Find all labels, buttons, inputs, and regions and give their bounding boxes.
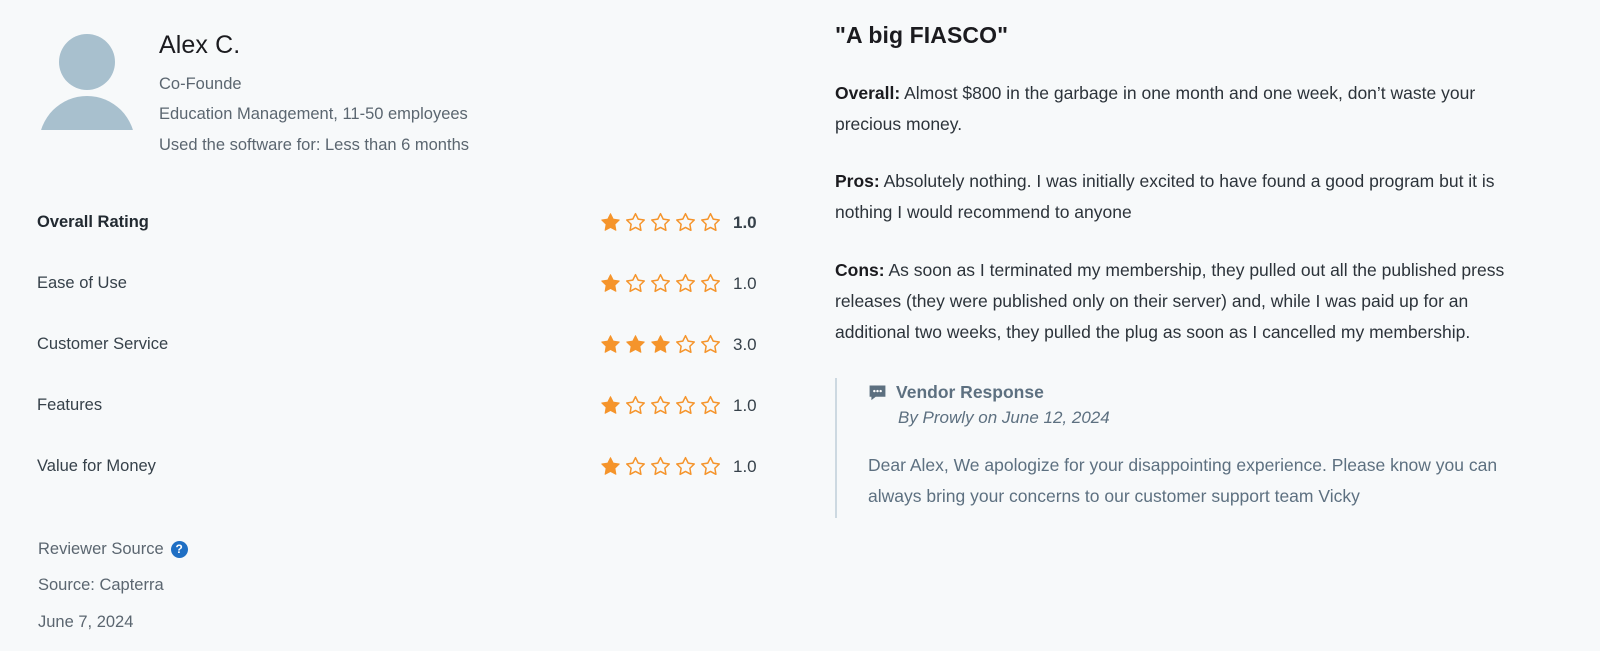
star-empty-icon: [676, 212, 695, 232]
star-filled-icon: [626, 335, 645, 353]
rating-row: Value for Money 1.0: [37, 436, 767, 497]
vendor-response-byline: By Prowly on June 12, 2024: [898, 407, 1110, 427]
rating-label: Customer Service: [37, 335, 169, 354]
rating-value: 1.0: [733, 395, 757, 415]
rating-row: Features 1.0: [37, 375, 767, 436]
help-question-icon[interactable]: ?: [170, 540, 188, 558]
vendor-response-body: Dear Alex, We apologize for your disappo…: [868, 454, 1498, 507]
review-cons-paragraph: Cons: As soon as I terminated my members…: [835, 255, 1535, 348]
review-date: June 7, 2024: [38, 612, 134, 631]
star-empty-icon: [626, 395, 645, 415]
review-overall-paragraph: Overall: Almost $800 in the garbage in o…: [835, 78, 1535, 140]
rating-value: 3.0: [733, 334, 757, 354]
vendor-response-block: Vendor Response By Prowly on June 12, 20…: [835, 377, 1535, 519]
star-filled-icon: [601, 396, 620, 414]
star-filled-icon: [601, 335, 620, 353]
review-source-block: Reviewer Source ? Source: Capterra June …: [37, 531, 800, 640]
cons-label: Cons:: [835, 259, 885, 280]
overall-text: Almost $800 in the garbage in one month …: [835, 83, 1476, 135]
rating-row: Overall Rating 1.0: [37, 192, 767, 253]
avatar-head-shape: [59, 34, 115, 90]
star-empty-icon: [651, 395, 670, 415]
rating-stars: [600, 334, 721, 355]
rating-stars: [600, 395, 721, 416]
reviewer-name: Alex C.: [159, 31, 241, 59]
star-empty-icon: [651, 456, 670, 476]
star-empty-icon: [676, 395, 695, 415]
chat-bubble-icon: [869, 385, 886, 401]
rating-label: Overall Rating: [37, 213, 149, 232]
star-empty-icon: [676, 273, 695, 293]
star-empty-icon: [701, 456, 720, 476]
star-empty-icon: [626, 212, 645, 232]
star-filled-icon: [601, 274, 620, 292]
reviewer-source-label: Reviewer Source: [38, 540, 164, 559]
review-source: Source: Capterra: [38, 576, 164, 595]
star-empty-icon: [701, 334, 720, 354]
rating-stars: [600, 273, 721, 294]
star-empty-icon: [626, 273, 645, 293]
pros-text: Absolutely nothing. I was initially exci…: [835, 171, 1495, 223]
user-avatar-placeholder-icon: [37, 30, 137, 130]
rating-row: Ease of Use 1.0: [37, 253, 767, 314]
rating-label: Value for Money: [37, 457, 156, 476]
rating-stars: [600, 456, 721, 477]
rating-value: 1.0: [733, 273, 757, 293]
review-pros-paragraph: Pros: Absolutely nothing. I was initiall…: [835, 166, 1535, 228]
vendor-response-title: Vendor Response: [896, 381, 1044, 402]
star-filled-icon: [601, 213, 620, 231]
pros-label: Pros:: [835, 171, 880, 192]
ratings-list: Overall Rating 1.0 Ease of Use 1.0 Customer …: [37, 192, 767, 497]
star-filled-icon: [651, 335, 670, 353]
rating-label: Features: [37, 396, 103, 415]
review-card: Alex C. Co-Founde Education Management, …: [0, 0, 1600, 651]
star-empty-icon: [651, 273, 670, 293]
reviewer-details: Alex C. Co-Founde Education Management, …: [159, 24, 469, 160]
reviewer-usage-duration: Used the software for: Less than 6 month…: [159, 135, 469, 154]
rating-row: Customer Service 3.0: [37, 314, 767, 375]
reviewer-job-title: Co-Founde: [159, 74, 242, 93]
star-filled-icon: [601, 457, 620, 475]
star-empty-icon: [701, 273, 720, 293]
review-right-column: "A big FIASCO" Overall: Almost $800 in t…: [800, 18, 1600, 651]
rating-value: 1.0: [733, 456, 757, 476]
star-empty-icon: [701, 212, 720, 232]
review-left-column: Alex C. Co-Founde Education Management, …: [0, 18, 800, 651]
star-empty-icon: [626, 456, 645, 476]
reviewer-header: Alex C. Co-Founde Education Management, …: [37, 24, 800, 160]
star-empty-icon: [676, 334, 695, 354]
star-empty-icon: [676, 456, 695, 476]
rating-stars: [600, 212, 721, 233]
rating-value: 1.0: [733, 212, 757, 232]
overall-label: Overall:: [835, 83, 901, 103]
reviewer-source-row: Reviewer Source ?: [38, 531, 800, 567]
avatar-body-shape: [39, 96, 135, 130]
star-empty-icon: [651, 212, 670, 232]
star-empty-icon: [701, 395, 720, 415]
review-title: "A big FIASCO": [835, 22, 1009, 48]
vendor-response-header: Vendor Response: [868, 382, 1535, 403]
reviewer-industry: Education Management, 11-50 employees: [159, 105, 468, 124]
cons-text: As soon as I terminated my membership, t…: [835, 259, 1505, 342]
rating-label: Ease of Use: [37, 274, 127, 293]
